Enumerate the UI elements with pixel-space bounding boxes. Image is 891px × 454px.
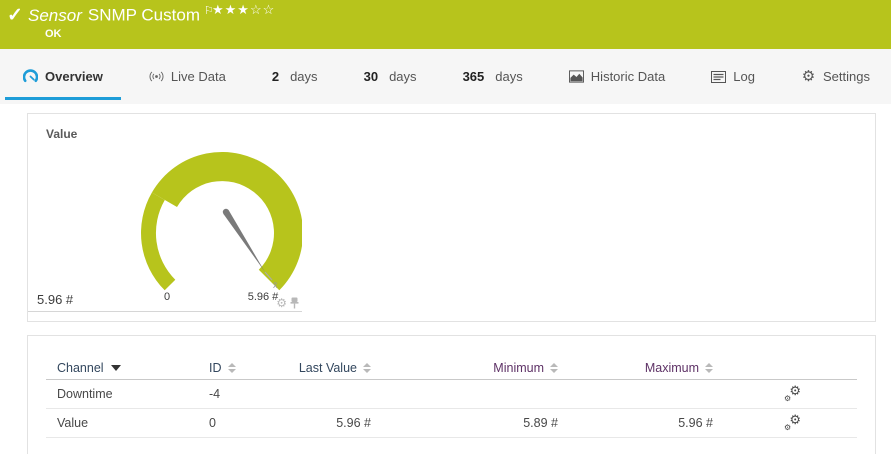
value-channel-gauge-tile: Value x̄ 0 5.96 # 5.96 # ⚙ — [28, 114, 302, 312]
tab-number: 2 — [272, 69, 279, 84]
column-label: Channel — [57, 361, 104, 375]
status-ok-check-icon: ✓ — [7, 4, 23, 27]
table-row-downtime: Downtime -4 ⚙ ⚙ — [46, 380, 857, 409]
tab-label: Live Data — [171, 69, 226, 84]
column-header-id[interactable]: ID — [209, 361, 294, 375]
gauge-current-value: 5.96 # — [37, 292, 73, 307]
tab-historic-data[interactable]: Historic Data — [551, 49, 683, 104]
column-header-maximum[interactable]: Maximum — [558, 361, 713, 375]
column-label: ID — [209, 361, 222, 375]
channel-name: Downtime — [46, 387, 209, 401]
sort-icon — [550, 363, 558, 373]
tab-label: Overview — [45, 69, 103, 84]
priority-stars[interactable]: ★★★☆☆ — [212, 2, 275, 18]
channel-table-header: Channel ID Last Value Minimum Maximum — [46, 356, 857, 380]
channel-table: Channel ID Last Value Minimum Maximum — [46, 356, 857, 438]
area-chart-icon — [569, 69, 584, 84]
column-label: Minimum — [493, 361, 544, 375]
tab-label: days — [495, 69, 522, 84]
column-header-channel[interactable]: Channel — [46, 361, 209, 375]
tab-log[interactable]: Log — [693, 49, 773, 104]
gauge-tile-actions: ⚙ — [276, 297, 299, 309]
tab-label: Historic Data — [591, 69, 665, 84]
tab-overview[interactable]: Overview — [5, 49, 121, 104]
sensor-name: SNMP Custom — [88, 6, 200, 25]
tab-settings[interactable]: ⚙ Settings — [783, 49, 888, 104]
column-header-minimum[interactable]: Minimum — [371, 361, 558, 375]
value-gauge: x̄ 0 5.96 # — [28, 119, 302, 311]
channel-last-value: 5.96 # — [294, 416, 371, 430]
overview-gauge-panel: Value x̄ 0 5.96 # 5.96 # ⚙ — [27, 113, 876, 322]
tab-label: Settings — [823, 69, 870, 84]
tab-number: 30 — [364, 69, 378, 84]
pin-icon[interactable] — [290, 297, 299, 309]
sort-icon — [363, 363, 371, 373]
sensor-status-header: ✓ SensorSNMP Custom⚐ ★★★☆☆ OK — [0, 0, 891, 49]
stars-filled: ★★★ — [212, 2, 250, 17]
channel-name: Value — [46, 416, 209, 430]
channel-id: 0 — [209, 416, 294, 430]
tab-365-days[interactable]: 365 days — [445, 49, 541, 104]
table-row-value: Value 0 5.96 # 5.89 # 5.96 # ⚙ ⚙ — [46, 409, 857, 438]
column-header-last-value[interactable]: Last Value — [294, 361, 371, 375]
channel-settings-icon[interactable]: ⚙ ⚙ — [784, 386, 801, 402]
gauge-scale-max: 5.96 # — [248, 291, 279, 303]
tab-live-data[interactable]: Live Data — [131, 49, 244, 104]
tab-label: days — [389, 69, 416, 84]
mean-marker-label: x̄ — [273, 280, 278, 290]
channel-minimum: 5.89 # — [371, 416, 558, 430]
column-label: Last Value — [299, 361, 357, 375]
stars-empty: ☆☆ — [250, 2, 275, 17]
status-badge: OK — [45, 28, 62, 40]
gear-small-icon: ⚙ — [784, 424, 791, 432]
broadcast-icon — [149, 69, 164, 84]
gauge-thick-arc — [152, 152, 302, 290]
gear-icon: ⚙ — [801, 69, 816, 84]
sort-icon — [705, 363, 713, 373]
tab-2-days[interactable]: 2 days — [254, 49, 336, 104]
tab-30-days[interactable]: 30 days — [346, 49, 435, 104]
gear-small-icon: ⚙ — [784, 395, 791, 403]
tab-label: Log — [733, 69, 755, 84]
gauge-icon — [23, 69, 38, 84]
sort-desc-icon — [111, 365, 121, 371]
sort-icon — [228, 363, 236, 373]
channel-id: -4 — [209, 387, 294, 401]
sensor-type-label: Sensor — [28, 6, 82, 25]
column-label: Maximum — [645, 361, 699, 375]
gauge-needle — [223, 210, 265, 272]
gear-icon[interactable]: ⚙ — [276, 297, 287, 309]
channel-settings-icon[interactable]: ⚙ ⚙ — [784, 415, 801, 431]
gauge-thin-arc — [141, 193, 175, 291]
channel-maximum: 5.96 # — [558, 416, 713, 430]
gauge-scale-min: 0 — [164, 291, 170, 303]
tab-number: 365 — [463, 69, 485, 84]
log-list-icon — [711, 69, 726, 84]
page-title: SensorSNMP Custom⚐ — [28, 4, 214, 26]
channel-table-panel: Channel ID Last Value Minimum Maximum — [27, 335, 876, 454]
tab-label: days — [290, 69, 317, 84]
tab-bar: Overview Live Data 2 days 30 days 365 da… — [0, 49, 891, 104]
